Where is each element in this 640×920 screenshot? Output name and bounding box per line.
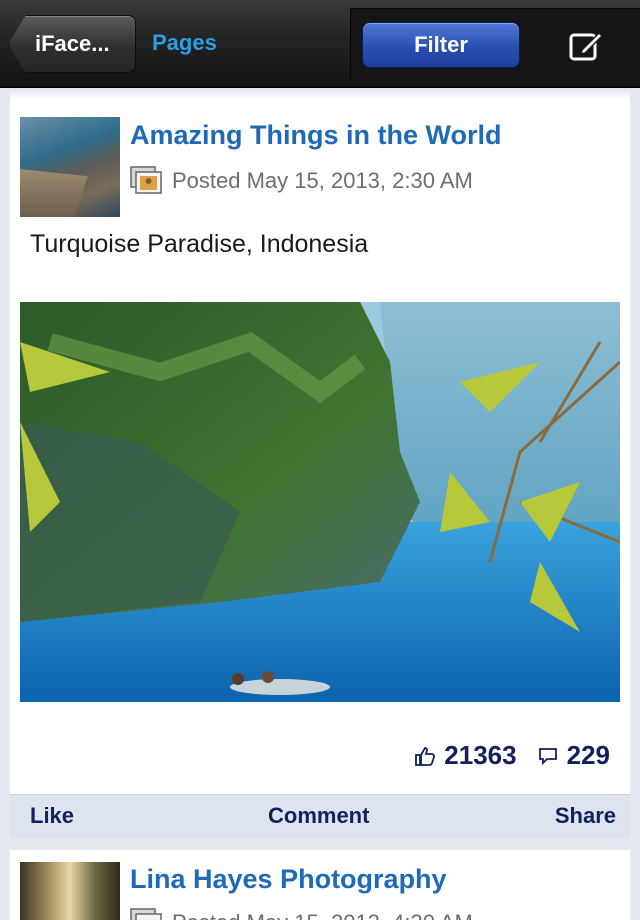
filter-button[interactable]: Filter [362,22,520,68]
post-caption: Turquoise Paradise, Indonesia [30,230,369,258]
like-button[interactable]: Like [30,803,74,829]
page-avatar[interactable] [20,117,120,217]
post-timestamp: Posted May 15, 2013, 2:30 AM [172,168,473,193]
thumbs-up-icon [415,746,436,766]
post-photo[interactable] [20,302,620,702]
page-avatar[interactable] [20,862,120,920]
comment-count[interactable]: 229 [567,740,610,771]
photo-album-icon [130,908,162,920]
post-stats: 21363 229 [414,740,610,771]
like-count[interactable]: 21363 [444,740,516,771]
share-button[interactable]: Share [555,803,616,829]
post-timestamp: Posted May 15, 2013, 4:30 AM [172,910,473,920]
lagoon-photo-illustration [20,302,620,702]
comment-bubble-icon [538,747,557,765]
compose-button[interactable] [566,26,606,66]
filter-button-label: Filter [414,32,468,57]
comment-button[interactable]: Comment [268,803,369,829]
post-page-name[interactable]: Lina Hayes Photography [130,864,447,895]
photo-album-icon [130,166,162,194]
pages-link[interactable]: Pages [152,30,217,56]
back-button-label: iFace... [35,31,110,56]
post-action-bar: Like Comment Share [10,794,630,838]
compose-icon [569,31,604,61]
back-button[interactable]: iFace... [8,15,136,73]
post-page-name[interactable]: Amazing Things in the World [130,120,502,151]
card-top-divider [10,90,630,98]
